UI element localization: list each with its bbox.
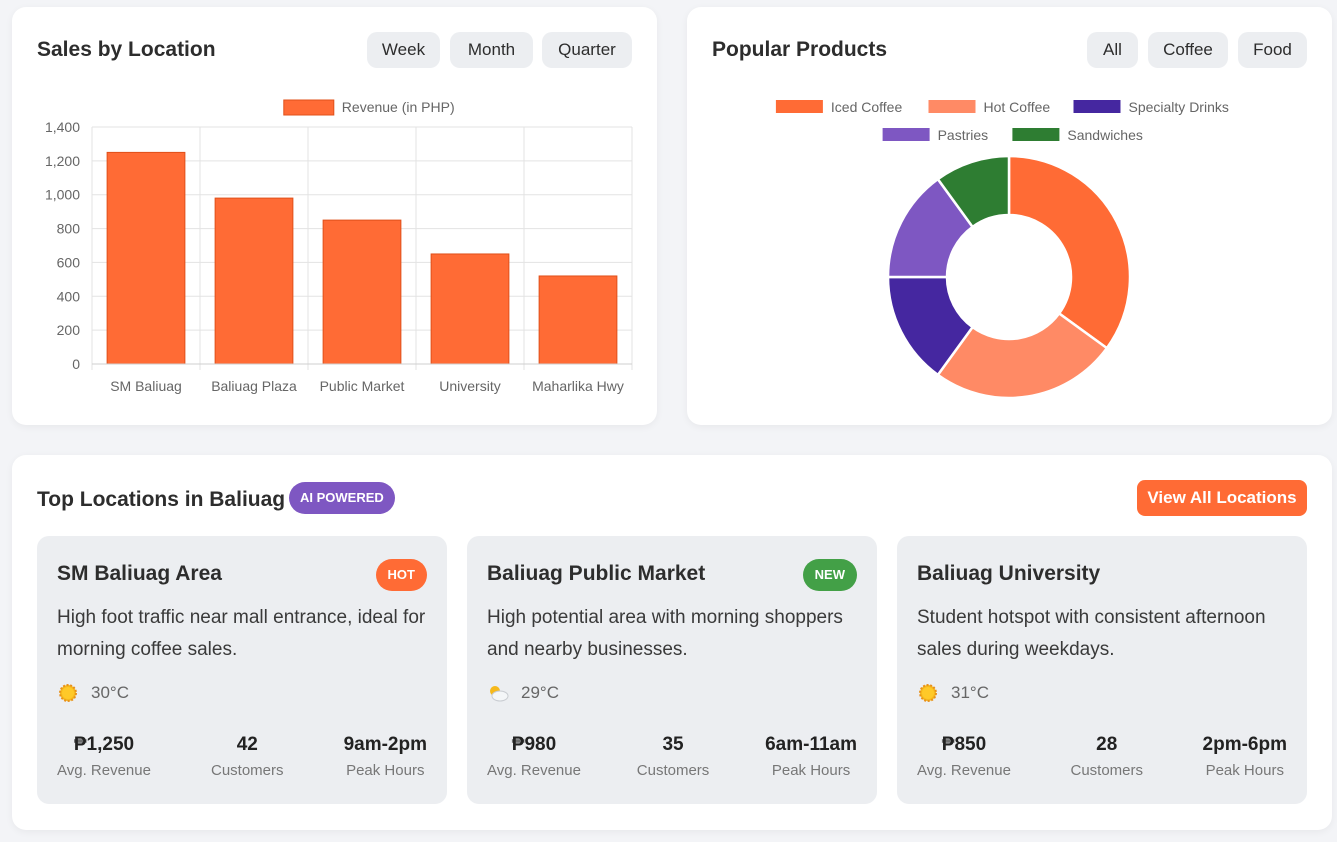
x-tick-label: Maharlika Hwy — [532, 378, 624, 394]
stat-value: 6am-11am — [765, 734, 857, 755]
stat-value: ₱850 — [941, 734, 987, 755]
x-tick-label: Public Market — [320, 378, 405, 394]
x-tick-label: University — [439, 378, 500, 394]
x-tick-label: SM Baliuag — [110, 378, 182, 394]
legend-swatch-sandwiches[interactable] — [1012, 128, 1060, 141]
legend-label-specialty-drinks[interactable]: Specialty Drinks — [1129, 99, 1229, 115]
y-tick-label: 1,000 — [45, 187, 80, 203]
stat-avg-revenue: ₱1,250 Avg. Revenue — [57, 732, 151, 779]
location-card-public-market[interactable]: Baliuag Public Market NEW High potential… — [467, 536, 877, 804]
legend-label-hot-coffee[interactable]: Hot Coffee — [984, 99, 1051, 115]
legend-swatch-hot-coffee[interactable] — [928, 100, 976, 113]
legend-label-pastries[interactable]: Pastries — [938, 127, 989, 143]
popular-products-card: Popular Products All Coffee Food Iced Co… — [687, 7, 1332, 425]
weather-info: 30°C — [57, 682, 129, 704]
bar-sm-baliuag[interactable] — [106, 151, 186, 365]
stat-customers: 28 Customers — [1070, 732, 1143, 779]
top-locations-card: Top Locations in Baliuag AI POWERED View… — [12, 455, 1332, 830]
stat-peak-hours: 9am-2pm Peak Hours — [344, 732, 427, 779]
location-card-university[interactable]: Baliuag University Student hotspot with … — [897, 536, 1307, 804]
hot-badge: HOT — [375, 559, 427, 591]
weather-info: 31°C — [917, 682, 989, 704]
temperature: 29°C — [521, 683, 559, 702]
location-stats: ₱980 Avg. Revenue 35 Customers 6am-11am … — [487, 732, 857, 779]
bar-university[interactable] — [430, 253, 510, 365]
stat-label: Avg. Revenue — [917, 762, 1011, 779]
stat-peak-hours: 2pm-6pm Peak Hours — [1203, 732, 1287, 779]
temperature: 31°C — [951, 683, 989, 702]
legend-swatch-revenue[interactable] — [283, 99, 335, 116]
stat-label: Avg. Revenue — [57, 762, 151, 779]
stat-label: Peak Hours — [346, 762, 425, 779]
y-tick-label: 600 — [57, 254, 81, 270]
bar-baliuag-plaza[interactable] — [214, 197, 294, 365]
x-tick-label: Baliuag Plaza — [211, 378, 297, 394]
stat-value: 42 — [236, 734, 258, 755]
legend-swatch-specialty-drinks[interactable] — [1073, 100, 1121, 113]
location-card-sm-baliuag[interactable]: SM Baliuag Area HOT High foot traffic ne… — [37, 536, 447, 804]
location-name: Baliuag University — [917, 562, 1101, 585]
legend-label-iced-coffee[interactable]: Iced Coffee — [831, 99, 903, 115]
location-stats: ₱850 Avg. Revenue 28 Customers 2pm-6pm P… — [917, 732, 1287, 779]
slice-iced-coffee[interactable] — [1007, 154, 1132, 350]
stat-label: Customers — [636, 762, 710, 779]
stat-label: Peak Hours — [1205, 762, 1284, 779]
sales-bar-chart: Revenue (in PHP) 0 200 400 600 800 1,000 1,200 1… — [45, 99, 633, 394]
stat-label: Customers — [1070, 762, 1144, 779]
y-tick-label: 1,400 — [45, 119, 80, 135]
location-description: Student hotspot with consistent afternoo… — [917, 607, 1266, 660]
y-tick-label: 0 — [72, 356, 80, 372]
bar-maharlika-hwy[interactable] — [538, 275, 618, 365]
new-badge: NEW — [802, 559, 857, 591]
sales-by-location-card: Sales by Location Week Month Quarter Rev… — [12, 7, 657, 425]
location-description: High potential area with morning shopper… — [487, 607, 843, 660]
location-description: High foot traffic near mall entrance, id… — [57, 607, 426, 660]
locations-card-title: Top Locations in Baliuag — [37, 488, 286, 511]
y-tick-label: 800 — [57, 221, 81, 237]
stat-label: Customers — [211, 762, 284, 779]
legend-label-revenue[interactable]: Revenue (in PHP) — [342, 99, 455, 115]
stat-value: ₱1,250 — [73, 734, 135, 755]
stat-value: ₱980 — [511, 734, 557, 755]
stat-label: Peak Hours — [771, 762, 851, 779]
stat-customers: 35 Customers — [637, 732, 710, 779]
stat-avg-revenue: ₱850 Avg. Revenue — [917, 732, 1011, 779]
stat-value: 28 — [1096, 734, 1118, 755]
ai-powered-badge: AI POWERED — [289, 482, 395, 514]
stat-customers: 42 Customers — [211, 732, 284, 779]
products-doughnut-chart: Iced Coffee Hot Coffee Specialty Drinks Pas… — [775, 99, 1229, 400]
stat-value: 35 — [662, 734, 684, 755]
stat-value: 9am-2pm — [343, 734, 427, 755]
stat-label: Avg. Revenue — [487, 762, 581, 779]
stat-value: 2pm-6pm — [1202, 734, 1287, 755]
y-tick-label: 1,200 — [45, 153, 80, 169]
sun-icon — [57, 682, 79, 704]
weather-info: 29°C — [487, 682, 559, 704]
bar-public-market[interactable] — [322, 219, 402, 365]
location-name: SM Baliuag Area — [57, 562, 222, 585]
sun-icon — [917, 682, 939, 704]
y-tick-label: 200 — [57, 322, 81, 338]
legend-swatch-iced-coffee[interactable] — [775, 100, 823, 113]
temperature: 30°C — [91, 683, 129, 702]
legend-label-sandwiches[interactable]: Sandwiches — [1067, 127, 1143, 143]
view-all-locations-button[interactable]: View All Locations — [1137, 480, 1307, 516]
stat-peak-hours: 6am-11am Peak Hours — [765, 732, 857, 779]
y-tick-label: 400 — [57, 288, 81, 304]
legend-swatch-pastries[interactable] — [882, 128, 930, 141]
location-stats: ₱1,250 Avg. Revenue 42 Customers 9am-2pm… — [57, 732, 427, 779]
location-name: Baliuag Public Market — [487, 562, 706, 585]
stat-avg-revenue: ₱980 Avg. Revenue — [487, 732, 581, 779]
partly-cloudy-icon — [487, 682, 509, 704]
